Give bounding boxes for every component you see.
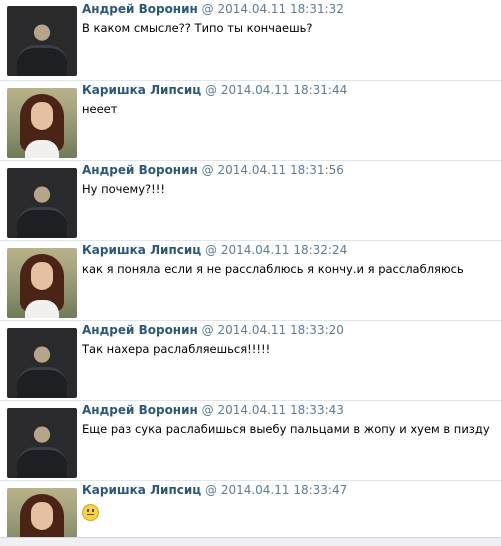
timestamp: 2014.04.11 18:33:20: [217, 323, 344, 337]
message: Каришка Липсиц @ 2014.04.11 18:31:44 нее…: [0, 80, 501, 161]
timestamp: 2014.04.11 18:31:44: [220, 83, 348, 97]
message-header: Андрей Воронин @ 2014.04.11 18:31:32: [82, 2, 344, 16]
avatar[interactable]: [7, 248, 77, 318]
message-header: Андрей Воронин @ 2014.04.11 18:33:43: [82, 403, 344, 417]
message: Андрей Воронин @ 2014.04.11 18:33:43 Еще…: [0, 400, 501, 481]
at-sign: @: [201, 323, 214, 337]
author-link[interactable]: Каришка Липсиц: [82, 243, 201, 257]
avatar[interactable]: [7, 328, 77, 398]
at-sign: @: [201, 403, 214, 417]
timestamp: 2014.04.11 18:31:56: [217, 163, 344, 177]
avatar[interactable]: [7, 488, 77, 537]
message-text: Еще раз сука раслабишься выебу пальцами …: [82, 422, 490, 436]
at-sign: @: [204, 83, 217, 97]
author-link[interactable]: Каришка Липсиц: [82, 483, 201, 497]
message-header: Каришка Липсиц @ 2014.04.11 18:33:47: [82, 483, 347, 497]
timestamp: 2014.04.11 18:32:24: [220, 243, 348, 257]
author-link[interactable]: Андрей Воронин: [82, 323, 198, 337]
avatar[interactable]: [7, 6, 77, 76]
message-header: Каришка Липсиц @ 2014.04.11 18:31:44: [82, 83, 347, 97]
timestamp: 2014.04.11 18:33:43: [217, 403, 344, 417]
avatar[interactable]: [7, 168, 77, 238]
timestamp: 2014.04.11 18:33:47: [220, 483, 348, 497]
message: Андрей Воронин @ 2014.04.11 18:31:32 В к…: [0, 0, 501, 80]
at-sign: @: [204, 243, 217, 257]
message: Каришка Липсиц @ 2014.04.11 18:33:47: [0, 480, 501, 537]
message-text: нееет: [82, 102, 118, 116]
message-header: Андрей Воронин @ 2014.04.11 18:33:20: [82, 323, 344, 337]
avatar[interactable]: [7, 88, 77, 158]
message: Андрей Воронин @ 2014.04.11 18:31:56 Ну …: [0, 160, 501, 241]
smile-emoji-icon: [82, 504, 99, 521]
at-sign: @: [201, 163, 214, 177]
message-text: Так нахера раслабляешься!!!!!: [82, 342, 271, 356]
message: Каришка Липсиц @ 2014.04.11 18:32:24 как…: [0, 240, 501, 321]
at-sign: @: [204, 483, 217, 497]
avatar[interactable]: [7, 408, 77, 478]
author-link[interactable]: Андрей Воронин: [82, 403, 198, 417]
message-text: [82, 502, 99, 524]
message-text: В каком смысле?? Типо ты кончаешь?: [82, 21, 313, 35]
message-text: Ну почему?!!!: [82, 182, 165, 196]
message-header: Андрей Воронин @ 2014.04.11 18:31:56: [82, 163, 344, 177]
at-sign: @: [201, 2, 214, 16]
message: Андрей Воронин @ 2014.04.11 18:33:20 Так…: [0, 320, 501, 401]
author-link[interactable]: Каришка Липсиц: [82, 83, 201, 97]
message-text: как я поняла если я не расслаблюсь я кон…: [82, 262, 464, 276]
author-link[interactable]: Андрей Воронин: [82, 2, 198, 16]
message-header: Каришка Липсиц @ 2014.04.11 18:32:24: [82, 243, 347, 257]
timestamp: 2014.04.11 18:31:32: [217, 2, 344, 16]
author-link[interactable]: Андрей Воронин: [82, 163, 198, 177]
